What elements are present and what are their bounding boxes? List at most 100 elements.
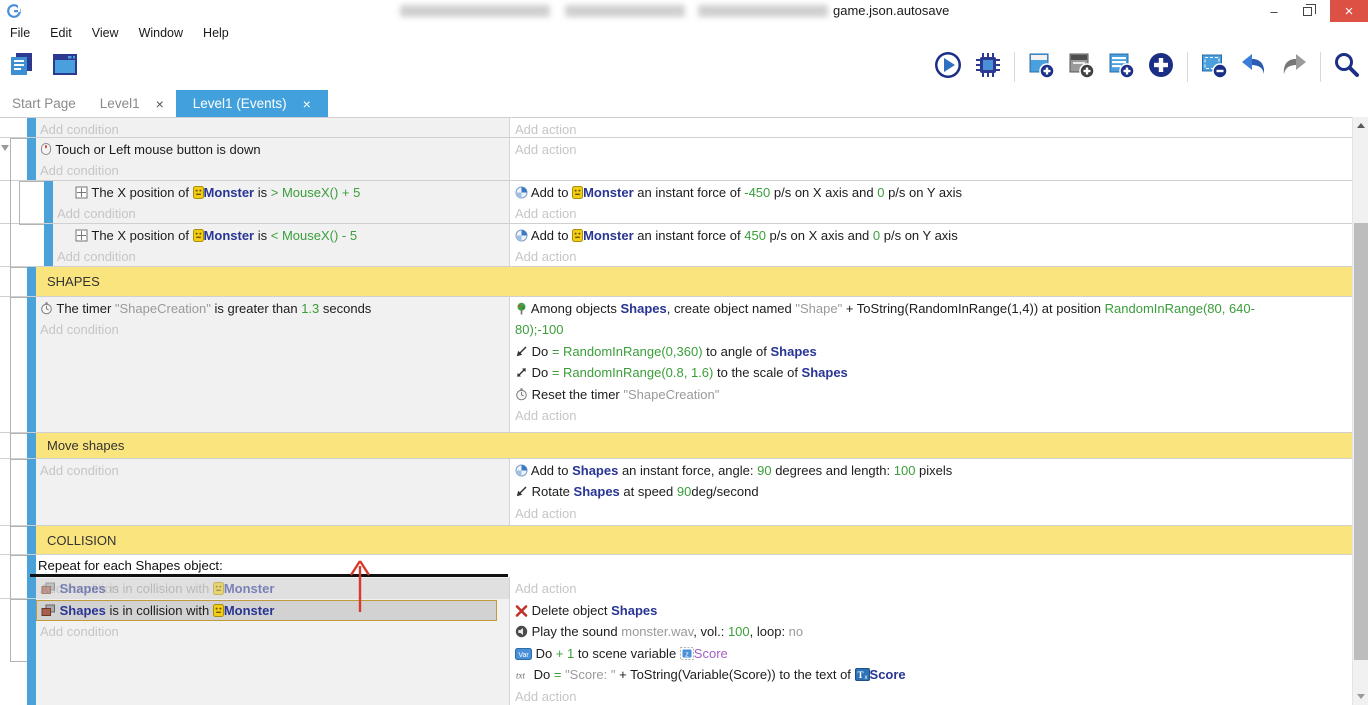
event-move-shapes: Add condition Add to Shapes an instant f… [0,459,1352,526]
projects-icon [8,50,38,85]
svg-text:T: T [857,670,863,680]
redo-button[interactable] [1277,50,1311,84]
menu-edit[interactable]: Edit [40,22,82,44]
scroll-down-button[interactable] [1353,688,1368,705]
text-segment: Among objects [528,301,621,316]
add-condition-button[interactable]: Add condition [36,160,509,181]
add-condition-button[interactable]: Add condition [36,460,509,481]
tab-close-icon[interactable]: × [156,96,164,112]
action-line[interactable]: Play the sound monster.wav, vol.: 100, l… [510,621,1352,642]
event-bar[interactable] [44,181,53,223]
monster-icon [572,228,583,243]
tab-level1[interactable]: Level1× [88,90,176,117]
add-action-button[interactable]: Add action [510,686,1352,705]
menu-window[interactable]: Window [129,22,193,44]
action-line[interactable]: Add to Monster an instant force of -450 … [510,182,1352,203]
menu-view[interactable]: View [82,22,129,44]
collapse-arrow-icon[interactable] [1,145,9,151]
text-segment: + ToString(RandomInRange(1,4)) at positi… [842,301,1104,316]
add-subevent-button[interactable] [1064,50,1098,84]
event-bar[interactable] [27,138,36,180]
event-bar[interactable] [27,526,36,554]
event-bar[interactable] [27,433,36,458]
add-action-button[interactable]: Add action [510,405,1352,426]
add-condition-button[interactable]: Add condition [53,203,509,224]
text-segment: Add to [528,463,572,478]
add-action-button[interactable]: Add action [510,578,1352,599]
scrollbar-thumb[interactable] [1354,223,1368,660]
add-event-button[interactable] [1024,50,1058,84]
condition-line[interactable]: The X position of Monster is < MouseX() … [53,225,509,246]
menu-file[interactable]: File [0,22,40,44]
maximize-button[interactable] [1292,0,1322,22]
angle-icon [515,484,528,499]
scene-editor-button[interactable] [48,50,82,84]
action-line[interactable]: 80);-100 [510,319,1352,340]
add-condition-button[interactable]: Add condition [53,246,509,267]
group-header[interactable]: SHAPES [36,267,1352,296]
preview-button[interactable] [931,50,965,84]
minimize-button[interactable]: – [1260,0,1288,22]
debug-button[interactable] [971,50,1005,84]
group-header[interactable]: Move shapes [36,433,1352,458]
tab-label: Start Page [12,96,76,111]
action-line[interactable]: Do = RandomInRange(0.8, 1.6) to the scal… [510,362,1352,383]
text-segment: The X position of [88,228,193,243]
group-header[interactable]: COLLISION [36,526,1352,554]
force-icon [515,463,528,478]
action-line[interactable]: Do = RandomInRange(0,360) to angle of Sh… [510,341,1352,362]
action-line[interactable]: Among objects Shapes, create object name… [510,298,1352,319]
text-segment: at speed [620,484,677,499]
placeholder-label: Add action [515,122,576,137]
event-gutter [0,267,27,296]
add-action-button[interactable]: Add action [510,503,1352,524]
tab-close-icon[interactable]: × [303,96,311,112]
add-action-button[interactable]: Add action [510,246,1352,267]
action-line[interactable]: Delete object Shapes [510,600,1352,621]
add-action-button[interactable]: Add action [510,139,1352,160]
condition-line[interactable]: Touch or Left mouse button is down [36,139,509,160]
text-segment: Delete object [528,603,611,618]
scroll-up-button[interactable] [1353,117,1368,134]
menu-help[interactable]: Help [193,22,239,44]
placeholder-label: Add action [515,249,576,264]
event-bar[interactable] [27,599,36,705]
add-condition-button[interactable]: Add condition [36,319,509,340]
action-line[interactable]: Add to Shapes an instant force, angle: 9… [510,460,1352,481]
text-segment: seconds [319,301,371,316]
condition-line[interactable]: The timer "ShapeCreation" is greater tha… [36,298,509,319]
open-project-button[interactable] [6,50,40,84]
text-segment: + ToString(Variable(Score)) to the text … [615,667,854,682]
vertical-scrollbar[interactable] [1352,117,1368,705]
text-segment: no [789,624,803,639]
add-other-event-button[interactable] [1144,50,1178,84]
search-button[interactable] [1330,50,1364,84]
triangle-up-icon [1357,123,1365,128]
event-bar[interactable] [27,459,36,525]
event-bar[interactable] [27,267,36,296]
tab-level1-events-[interactable]: Level1 (Events)× [176,90,328,117]
add-condition-button[interactable]: Add condition [36,621,509,642]
action-line[interactable]: txt Do = "Score: " + ToString(Variable(S… [510,664,1352,685]
action-line[interactable]: Rotate Shapes at speed 90deg/second [510,481,1352,502]
event-bar[interactable] [44,224,53,266]
create-icon [515,301,528,316]
condition-line[interactable]: The X position of Monster is > MouseX() … [53,182,509,203]
tree-line [19,181,44,182]
placeholder-label: Add action [515,689,576,704]
close-button[interactable]: × [1330,0,1368,22]
action-line[interactable]: Add to Monster an instant force of 450 p… [510,225,1352,246]
event-bar[interactable] [27,297,36,432]
action-line[interactable]: Var Do + 1 to scene variable zScore [510,643,1352,664]
delete-event-button[interactable] [1197,50,1231,84]
add-action-button[interactable]: Add action [510,203,1352,224]
remove-event-icon [1198,49,1230,86]
add-comment-button[interactable] [1104,50,1138,84]
text-segment: "Score: " [565,667,615,682]
condition-line-selected[interactable]: Shapes is in collision with Monster [36,600,497,621]
event-bar[interactable] [27,118,36,137]
action-line[interactable]: Reset the timer "ShapeCreation" [510,384,1352,405]
text-segment: Score [694,646,728,661]
tab-start-page[interactable]: Start Page [0,90,88,117]
undo-button[interactable] [1237,50,1271,84]
